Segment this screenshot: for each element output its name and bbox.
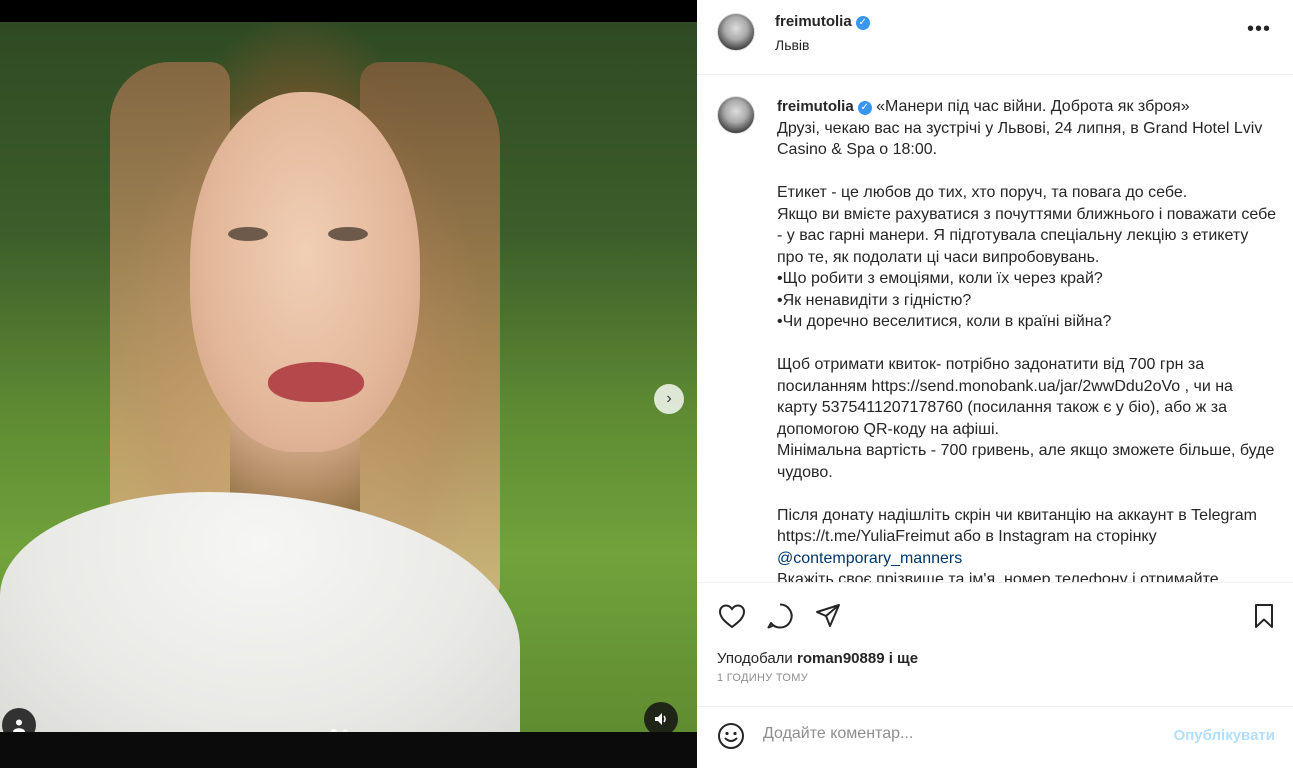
speaker-icon <box>655 713 666 725</box>
post-details-panel: freimutolia ✓ Львів ••• freimutolia ✓ «Ман… <box>697 0 1293 768</box>
heart-icon <box>718 604 746 629</box>
share-button[interactable] <box>813 601 843 631</box>
likes-prefix: Уподобали <box>717 650 797 667</box>
media-eye-left <box>228 227 268 241</box>
more-dots-icon: ••• <box>1246 18 1271 40</box>
next-slide-button[interactable]: › <box>654 384 684 414</box>
author-avatar[interactable] <box>717 13 755 51</box>
post-timestamp[interactable]: 1 ГОДИНУ ТОМУ <box>717 672 808 684</box>
bottom-strip <box>0 732 697 768</box>
like-button[interactable] <box>717 601 747 631</box>
instagram-post-view: › freimutolia ✓ Львів ••• freimutolia ✓ … <box>0 0 1293 768</box>
mute-toggle-button[interactable] <box>644 702 678 732</box>
chevron-right-icon: › <box>666 390 672 407</box>
likes-suffix[interactable]: і ще <box>885 650 918 667</box>
add-comment-bar: Опублікувати <box>697 706 1293 768</box>
caption-username[interactable]: freimutolia <box>777 98 854 115</box>
emoji-button[interactable] <box>717 722 745 750</box>
comment-input[interactable] <box>763 725 1143 743</box>
post-actions-bar <box>697 582 1293 646</box>
share-icon <box>816 604 840 627</box>
post-media-video[interactable]: › <box>0 22 697 732</box>
verified-badge-icon: ✓ <box>857 101 872 115</box>
media-lips <box>268 362 364 402</box>
comment-icon <box>767 603 793 629</box>
likes-user[interactable]: roman90889 <box>797 650 885 667</box>
media-eye-right <box>328 227 368 241</box>
post-location[interactable]: Львів <box>775 37 809 53</box>
save-button[interactable] <box>1249 601 1279 631</box>
more-options-button[interactable]: ••• <box>1247 18 1271 41</box>
likes-summary[interactable]: Уподобали roman90889 і ще <box>717 650 918 667</box>
caption-mention-link[interactable]: @contemporary_manners <box>777 550 962 567</box>
caption-text: «Манери під час війни. Доброта як зброя»… <box>777 98 1277 545</box>
caption-text-continued: Вкажіть своє прізвище та ім'я, номер тел… <box>777 571 1219 582</box>
bookmark-icon <box>1255 604 1273 628</box>
post-header: freimutolia ✓ Львів ••• <box>697 0 1293 75</box>
user-icon <box>13 719 25 732</box>
emoji-icon <box>718 723 744 749</box>
comment-button[interactable] <box>765 601 795 631</box>
verified-badge-icon: ✓ <box>855 16 870 30</box>
author-username-text[interactable]: freimutolia <box>775 13 852 30</box>
top-strip <box>0 0 697 22</box>
post-caption: freimutolia ✓ «Манери під час війни. Добр… <box>777 96 1277 582</box>
caption-author-avatar[interactable] <box>717 96 755 134</box>
comments-area[interactable]: freimutolia ✓ «Манери під час війни. Добр… <box>697 76 1293 582</box>
author-username[interactable]: freimutolia ✓ <box>775 13 870 30</box>
publish-button[interactable]: Опублікувати <box>1174 727 1275 744</box>
